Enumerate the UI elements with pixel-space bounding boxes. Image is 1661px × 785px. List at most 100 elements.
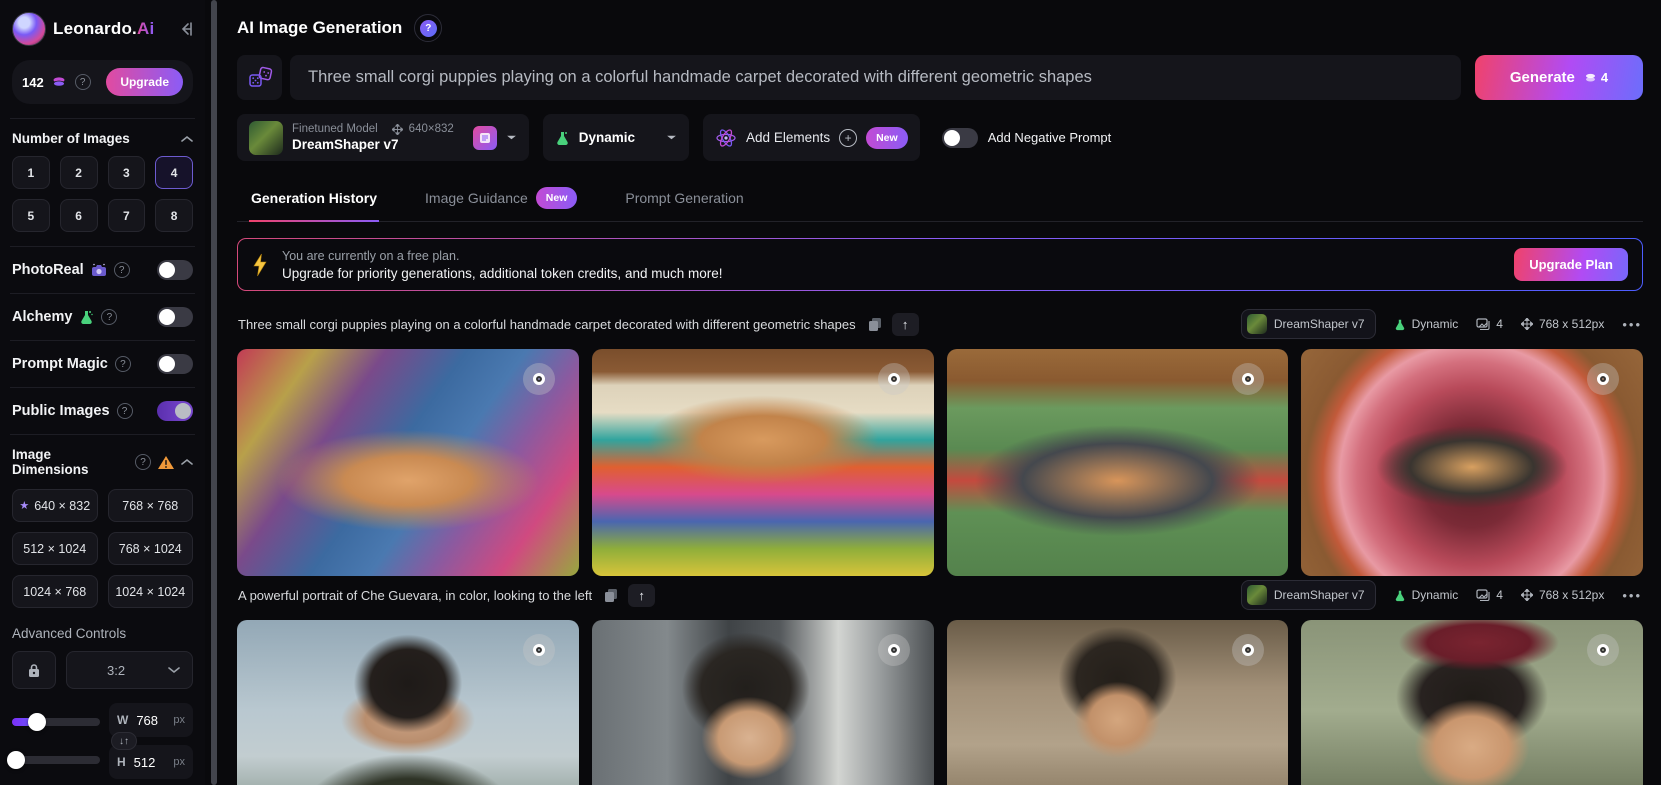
- dimension-640x832[interactable]: ★640 × 832: [12, 489, 98, 522]
- public-images-toggle[interactable]: [157, 401, 193, 421]
- height-slider[interactable]: [12, 756, 100, 764]
- page-help-icon[interactable]: ?: [414, 14, 442, 42]
- image-dimensions-header[interactable]: Image Dimensions ?: [10, 434, 195, 487]
- height-field[interactable]: H 512 px: [109, 745, 193, 779]
- dimension-label: 768 × 1024: [119, 542, 182, 556]
- logo-row: Leonardo.Ai: [10, 10, 195, 56]
- model-thumbnail: [1247, 585, 1267, 605]
- meta-model-badge[interactable]: DreamShaper v7: [1241, 580, 1376, 610]
- credits-help-icon[interactable]: ?: [75, 74, 91, 90]
- height-unit: px: [173, 756, 185, 768]
- generated-image-corgi-1[interactable]: [237, 349, 579, 576]
- width-slider[interactable]: [12, 718, 100, 726]
- generated-image-che-4[interactable]: [1301, 620, 1643, 785]
- dimension-512x1024[interactable]: 512 × 1024: [12, 532, 98, 565]
- reuse-prompt-button[interactable]: ↑: [892, 313, 919, 336]
- tab-image-guidance[interactable]: Image GuidanceNew: [423, 181, 579, 221]
- more-options-icon[interactable]: •••: [1622, 588, 1642, 603]
- copy-prompt-icon[interactable]: [868, 317, 882, 332]
- num-images-option-5[interactable]: 5: [12, 199, 50, 232]
- dimension-1024x768[interactable]: 1024 × 768: [12, 575, 98, 608]
- model-select[interactable]: Finetuned Model 640×832 DreamShaper v7: [237, 114, 529, 161]
- alchemy-label: Alchemy: [12, 309, 72, 325]
- photoreal-toggle[interactable]: [157, 260, 193, 280]
- upgrade-plan-button[interactable]: Upgrade Plan: [1514, 248, 1628, 281]
- prompt-magic-row: Prompt Magic ?: [10, 340, 195, 387]
- random-prompt-button[interactable]: [237, 55, 282, 100]
- aspect-ratio-select[interactable]: 3:2: [66, 651, 193, 689]
- eye-icon[interactable]: [1232, 363, 1264, 395]
- num-images-option-1[interactable]: 1: [12, 156, 50, 189]
- prompt-magic-help-icon[interactable]: ?: [115, 356, 131, 372]
- photoreal-help-icon[interactable]: ?: [114, 262, 130, 278]
- meta-model-badge[interactable]: DreamShaper v7: [1241, 309, 1376, 339]
- move-icon: [392, 124, 403, 135]
- generated-image-che-1[interactable]: [237, 620, 579, 785]
- generated-image-corgi-3[interactable]: [947, 349, 1289, 576]
- advanced-controls-label: Advanced Controls: [10, 620, 195, 651]
- credits-count: 142: [22, 75, 44, 90]
- num-images-option-8[interactable]: 8: [155, 199, 193, 232]
- dimension-768x1024[interactable]: 768 × 1024: [108, 532, 194, 565]
- dimension-fields: W 768 px ↓↑ H 512 px: [109, 703, 193, 779]
- dice-icon: [247, 65, 273, 91]
- generated-image-corgi-4[interactable]: [1301, 349, 1643, 576]
- generate-label: Generate: [1510, 69, 1575, 86]
- dimension-label: 640 × 832: [34, 499, 90, 513]
- more-options-icon[interactable]: •••: [1622, 317, 1642, 332]
- collapse-sidebar-icon[interactable]: [175, 19, 195, 39]
- eye-icon[interactable]: [1587, 634, 1619, 666]
- aspect-ratio-value: 3:2: [107, 663, 125, 678]
- add-elements-button[interactable]: Add Elements + New: [703, 114, 920, 161]
- alchemy-toggle[interactable]: [157, 307, 193, 327]
- eye-icon[interactable]: [523, 634, 555, 666]
- tab-generation-history[interactable]: Generation History: [249, 181, 379, 221]
- height-label: H: [117, 755, 126, 769]
- swap-dimensions-icon[interactable]: ↓↑: [111, 732, 137, 750]
- meta-size-value: 768 x 512px: [1539, 588, 1604, 602]
- dimension-1024x1024[interactable]: 1024 × 1024: [108, 575, 194, 608]
- eye-icon[interactable]: [878, 363, 910, 395]
- brand-name-suffix: Ai: [137, 19, 154, 38]
- sidebar-scrollbar[interactable]: [211, 0, 217, 785]
- generated-image-corgi-2[interactable]: [592, 349, 934, 576]
- num-images-option-4-selected[interactable]: 4: [155, 156, 193, 189]
- photos-icon: [1476, 318, 1490, 330]
- potion-icon: [1394, 318, 1406, 331]
- alchemy-help-icon[interactable]: ?: [101, 309, 117, 325]
- tab-prompt-generation[interactable]: Prompt Generation: [623, 181, 745, 221]
- style-value: Dynamic: [579, 130, 635, 145]
- eye-icon[interactable]: [878, 634, 910, 666]
- upgrade-button[interactable]: Upgrade: [106, 68, 183, 96]
- prompt-magic-toggle[interactable]: [157, 354, 193, 374]
- num-images-option-2[interactable]: 2: [60, 156, 98, 189]
- number-of-images-header[interactable]: Number of Images: [10, 118, 195, 156]
- eye-icon[interactable]: [523, 363, 555, 395]
- new-badge: New: [536, 187, 578, 209]
- prompt-row: Generate 4: [237, 55, 1643, 100]
- num-images-option-3[interactable]: 3: [108, 156, 146, 189]
- reuse-prompt-button[interactable]: ↑: [628, 584, 655, 607]
- move-icon: [1521, 318, 1533, 330]
- credits-pill: 142 ? Upgrade: [12, 60, 193, 104]
- negative-prompt-toggle[interactable]: [942, 128, 978, 148]
- copy-prompt-icon[interactable]: [604, 588, 618, 603]
- public-images-help-icon[interactable]: ?: [117, 403, 133, 419]
- generated-image-che-3[interactable]: [947, 620, 1289, 785]
- num-images-option-6[interactable]: 6: [60, 199, 98, 232]
- meta-count-value: 4: [1496, 588, 1503, 602]
- prompt-input[interactable]: [290, 55, 1461, 100]
- style-select[interactable]: Dynamic: [543, 114, 689, 161]
- generated-image-che-2[interactable]: [592, 620, 934, 785]
- alchemy-row: Alchemy ?: [10, 293, 195, 340]
- image-dimensions-help-icon[interactable]: ?: [135, 454, 151, 470]
- warning-icon: [157, 455, 175, 470]
- num-images-option-7[interactable]: 7: [108, 199, 146, 232]
- eye-icon[interactable]: [1232, 634, 1264, 666]
- meta-image-count: 4: [1476, 588, 1503, 602]
- banner-line1: You are currently on a free plan.: [282, 249, 722, 263]
- eye-icon[interactable]: [1587, 363, 1619, 395]
- generate-button[interactable]: Generate 4: [1475, 55, 1643, 100]
- dimension-768x768[interactable]: 768 × 768: [108, 489, 194, 522]
- lock-aspect-button[interactable]: [12, 651, 56, 689]
